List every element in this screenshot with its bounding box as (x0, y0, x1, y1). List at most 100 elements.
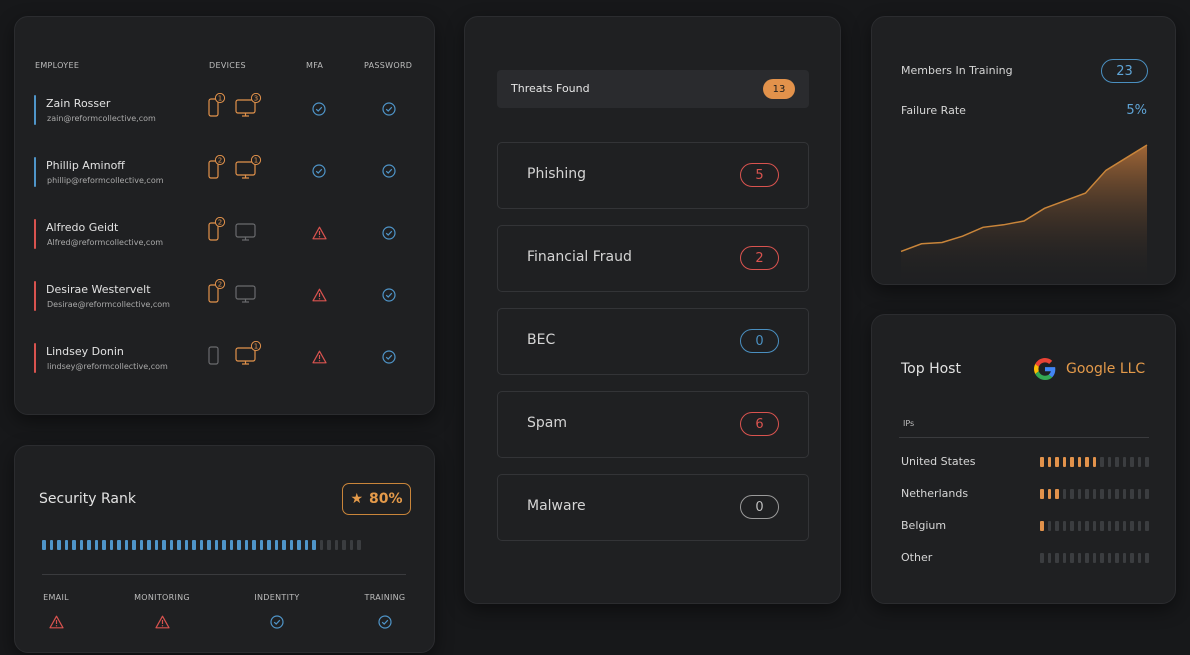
phone-icon: 2 (207, 278, 227, 308)
threat-item-financial-fraud[interactable]: Financial Fraud 2 (497, 225, 809, 292)
employee-status-bar (34, 219, 36, 249)
host-country-meter (1040, 553, 1149, 563)
rank-segment (342, 540, 346, 550)
meter-segment (1077, 457, 1081, 467)
employee-row[interactable]: Zain Rosser zain@reformcollective,com 1 … (15, 92, 434, 135)
rank-segment (184, 540, 188, 550)
employee-row[interactable]: Phillip Aminoff phillip@reformcollective… (15, 154, 434, 197)
host-country-meter (1040, 457, 1149, 467)
meter-segment (1055, 489, 1059, 499)
meter-segment (1055, 553, 1059, 563)
threat-item-phishing[interactable]: Phishing 5 (497, 142, 809, 209)
rank-segment (199, 540, 203, 550)
rank-segment (64, 540, 68, 550)
security-rank-score: 80% (369, 491, 403, 507)
rank-segment (282, 540, 286, 550)
divider (899, 437, 1149, 438)
rank-category-label: EMAIL (43, 593, 69, 602)
rank-segment (169, 540, 173, 550)
check-circle-icon (382, 163, 396, 182)
rank-category-label: TRAINING (364, 593, 406, 602)
employee-name: Phillip Aminoff (46, 159, 125, 172)
warning-icon (312, 225, 327, 244)
host-country-meter (1040, 521, 1149, 531)
meter-segment (1085, 489, 1089, 499)
meter-segment (1047, 457, 1051, 467)
threats-found-label: Threats Found (511, 82, 590, 95)
meter-segment (1137, 553, 1141, 563)
threat-item-malware[interactable]: Malware 0 (497, 474, 809, 541)
meter-segment (1145, 489, 1149, 499)
employees-card: EMPLOYEE DEVICES MFA PASSWORD Zain Rosse… (14, 16, 435, 415)
failure-rate-label: Failure Rate (901, 104, 966, 117)
meter-segment (1040, 521, 1044, 531)
phone-icon: 1 (207, 92, 227, 122)
devices-column-header: DEVICES (209, 61, 246, 70)
rank-segment (327, 540, 331, 550)
employee-row[interactable]: Desirae Westervelt Desirae@reformcollect… (15, 278, 434, 321)
employee-row[interactable]: Lindsey Donin lindsey@reformcollective,c… (15, 340, 434, 383)
host-country-label: Netherlands (901, 487, 969, 500)
meter-segment (1092, 521, 1096, 531)
check-circle-icon (312, 163, 326, 182)
rank-segment (139, 540, 143, 550)
svg-text:1: 1 (254, 157, 258, 165)
rank-segment (42, 540, 46, 550)
members-in-training-label: Members In Training (901, 64, 1013, 77)
star-icon: ★ (350, 491, 364, 507)
employee-column-header: EMPLOYEE (35, 61, 80, 70)
employee-row[interactable]: Alfredo Geidt Alfred@reformcollective,co… (15, 216, 434, 259)
rank-segment (109, 540, 113, 550)
threats-found-header[interactable]: Threats Found 13 (497, 70, 809, 108)
threat-count-badge: 2 (740, 246, 779, 270)
top-host-name: Google LLC (1066, 361, 1146, 377)
rank-segment (274, 540, 278, 550)
check-circle-icon (378, 614, 392, 633)
threat-label: Financial Fraud (527, 249, 632, 265)
rank-segment (222, 540, 226, 550)
rank-segment (319, 540, 323, 550)
rank-segment (304, 540, 308, 550)
meter-segment (1040, 553, 1044, 563)
meter-segment (1047, 489, 1051, 499)
phone-icon: 2 (207, 154, 227, 184)
svg-text:2: 2 (218, 219, 222, 227)
rank-segment (207, 540, 211, 550)
meter-segment (1122, 553, 1126, 563)
training-card: Members In Training 23 Failure Rate 5% (871, 16, 1176, 285)
svg-text:1: 1 (218, 95, 222, 103)
rank-segment (132, 540, 136, 550)
meter-segment (1092, 489, 1096, 499)
rank-segment (334, 540, 338, 550)
meter-segment (1100, 521, 1104, 531)
security-rank-score-badge: ★ 80% (342, 483, 411, 515)
check-circle-icon (382, 225, 396, 244)
security-rank-meter (42, 540, 361, 550)
meter-segment (1107, 553, 1111, 563)
rank-segment (102, 540, 106, 550)
meter-segment (1085, 521, 1089, 531)
rank-segment (289, 540, 293, 550)
rank-category-label: MONITORING (134, 593, 190, 602)
meter-segment (1145, 553, 1149, 563)
security-rank-title: Security Rank (39, 491, 136, 507)
meter-segment (1107, 521, 1111, 531)
failure-rate-chart (900, 144, 1148, 284)
meter-segment (1130, 521, 1134, 531)
threat-count-badge: 0 (740, 329, 779, 353)
meter-segment (1047, 553, 1051, 563)
meter-segment (1085, 553, 1089, 563)
meter-segment (1062, 457, 1066, 467)
meter-segment (1130, 457, 1134, 467)
threat-item-bec[interactable]: BEC 0 (497, 308, 809, 375)
meter-segment (1070, 553, 1074, 563)
rank-segment (252, 540, 256, 550)
threat-item-spam[interactable]: Spam 6 (497, 391, 809, 458)
employee-email: Alfred@reformcollective,com (47, 238, 164, 247)
employee-name: Desirae Westervelt (46, 283, 151, 296)
meter-segment (1055, 521, 1059, 531)
meter-segment (1145, 457, 1149, 467)
rank-segment (237, 540, 241, 550)
rank-segment (154, 540, 158, 550)
rank-segment (87, 540, 91, 550)
